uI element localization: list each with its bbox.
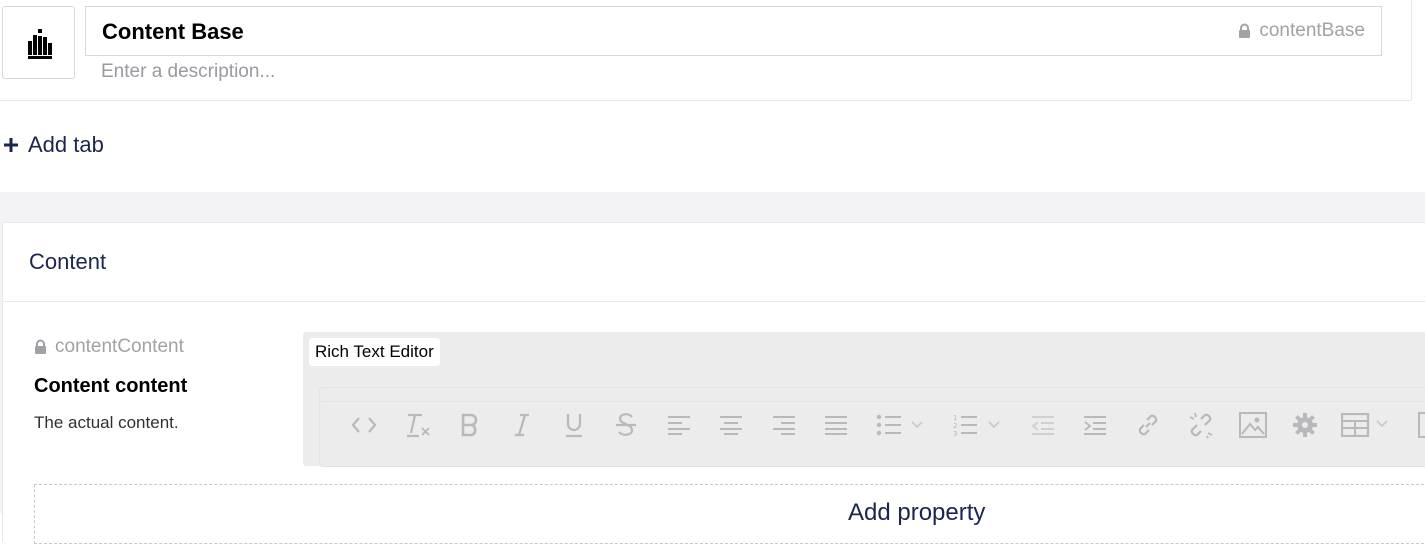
- link-icon[interactable]: [1134, 410, 1162, 440]
- numbered-list-icon[interactable]: 123: [953, 410, 1003, 440]
- align-center-icon[interactable]: [718, 410, 744, 440]
- document-type-icon-button[interactable]: [2, 6, 75, 79]
- svg-text:3: 3: [953, 430, 957, 437]
- indent-icon[interactable]: [1082, 410, 1108, 440]
- group-title[interactable]: Content: [29, 249, 106, 275]
- strikethrough-icon[interactable]: [614, 410, 638, 440]
- name-text: Content Base: [102, 19, 244, 44]
- svg-text:2: 2: [953, 422, 957, 430]
- add-property-button[interactable]: Add property: [34, 484, 1425, 544]
- underline-icon[interactable]: [562, 410, 586, 440]
- header-divider: [0, 100, 1411, 101]
- property-alias-text: contentContent: [55, 336, 184, 357]
- more-toolbar-icon[interactable]: [1417, 410, 1425, 440]
- align-right-icon[interactable]: [771, 410, 797, 440]
- add-property-label: Add property: [848, 499, 986, 526]
- property-alias: contentContent: [34, 336, 184, 358]
- property-description: The actual content.: [34, 413, 179, 432]
- name-input[interactable]: Content Base contentBase: [85, 6, 1382, 56]
- code-icon[interactable]: [351, 410, 377, 440]
- editor-type-label: Rich Text Editor: [309, 338, 440, 366]
- description-input[interactable]: Enter a description...: [101, 61, 275, 83]
- alias-field[interactable]: contentBase: [1238, 20, 1365, 42]
- outdent-icon[interactable]: [1030, 410, 1056, 440]
- settings-icon[interactable]: [1291, 410, 1319, 440]
- plus-icon: [4, 138, 18, 152]
- bullet-list-icon[interactable]: [876, 410, 926, 440]
- lock-icon[interactable]: [34, 339, 47, 355]
- align-left-icon[interactable]: [666, 410, 692, 440]
- remove-format-icon[interactable]: [403, 410, 433, 440]
- alias-text: contentBase: [1259, 20, 1365, 41]
- unlink-icon[interactable]: [1186, 410, 1216, 440]
- add-tab-button[interactable]: Add tab: [4, 132, 104, 158]
- align-justify-icon[interactable]: [823, 410, 849, 440]
- image-icon[interactable]: [1239, 410, 1267, 440]
- header-vertical-divider: [1411, 0, 1412, 100]
- lock-icon[interactable]: [1238, 23, 1251, 39]
- table-icon[interactable]: [1341, 410, 1391, 440]
- property-name: Content content: [34, 375, 188, 397]
- add-tab-label: Add tab: [28, 132, 104, 157]
- document-type-icon: [27, 28, 52, 59]
- rte-toolbar-divider: [321, 401, 1425, 402]
- property-editor-preview[interactable]: Rich Text Editor 123: [303, 332, 1425, 467]
- bold-icon[interactable]: [458, 410, 482, 440]
- group-divider: [3, 301, 1425, 302]
- svg-text:1: 1: [953, 414, 957, 422]
- italic-icon[interactable]: [511, 410, 533, 440]
